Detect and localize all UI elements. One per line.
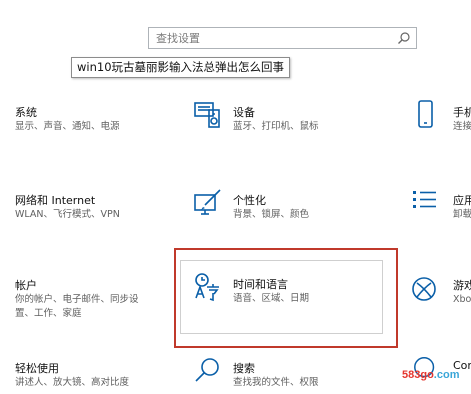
search-input[interactable] (156, 30, 386, 46)
tile-system[interactable]: 系统 显示、声音、通知、电源 (15, 100, 165, 140)
devices-icon (194, 102, 220, 128)
tile-gaming-desc: Xbo (453, 294, 471, 305)
tile-search-desc: 查找我的文件、权限 (233, 377, 319, 388)
personalization-icon (194, 189, 221, 215)
tile-apps[interactable]: 应用 卸载 (410, 188, 471, 228)
tile-apps-desc: 卸载 (453, 209, 471, 220)
tile-system-title: 系统 (15, 106, 37, 119)
tile-time-language[interactable]: 时间和语言 语音、区域、日期 (193, 272, 373, 317)
tile-network-title: 网络和 Internet (15, 194, 96, 207)
tile-devices[interactable]: 设备 蓝牙、打印机、鼠标 (193, 100, 343, 140)
watermark-main: 583go (402, 369, 434, 381)
tile-phone-desc: 连接 (453, 121, 471, 132)
tile-ease-of-access[interactable]: 轻松使用 讲述人、放大镜、高对比度 (15, 356, 165, 394)
tile-accounts[interactable]: 帐户 你的帐户、电子邮件、同步设置、工作、家庭 (15, 275, 165, 335)
tile-time-language-desc: 语音、区域、日期 (233, 293, 310, 304)
tile-devices-title: 设备 (233, 106, 255, 119)
tile-personalization-desc: 背景、锁屏、颜色 (233, 209, 310, 220)
tile-time-language-title: 时间和语言 (233, 278, 288, 291)
tile-accounts-title: 帐户 (15, 279, 37, 292)
tile-accounts-desc: 你的帐户、电子邮件、同步设置、工作、家庭 (15, 294, 139, 319)
tile-gaming-title: 游戏 (453, 279, 471, 292)
search-icon[interactable] (397, 31, 411, 45)
apps-icon (413, 191, 436, 208)
article-caption: win10玩古墓丽影输入法总弹出怎么回事 (71, 57, 291, 78)
watermark-sub: .com (433, 369, 460, 381)
tile-phone-title: 手机 (453, 106, 471, 119)
tile-personalization[interactable]: 个性化 背景、锁屏、颜色 (193, 188, 343, 228)
phone-icon (418, 100, 433, 128)
tile-gaming[interactable]: 游戏 Xbo (410, 275, 471, 315)
time-language-icon (195, 273, 219, 302)
tile-system-desc: 显示、声音、通知、电源 (15, 121, 120, 132)
tile-devices-desc: 蓝牙、打印机、鼠标 (233, 121, 319, 132)
tile-ease-title: 轻松使用 (15, 362, 59, 375)
site-watermark: 583go.com (402, 369, 459, 381)
tile-search-title: 搜索 (233, 362, 255, 375)
tile-ease-desc: 讲述人、放大镜、高对比度 (15, 377, 130, 388)
tile-search[interactable]: 搜索 查找我的文件、权限 (193, 356, 353, 394)
tile-network[interactable]: 网络和 Internet WLAN、飞行模式、VPN (15, 188, 165, 228)
xbox-icon (412, 277, 436, 301)
magnifier-icon (195, 358, 219, 382)
tile-apps-title: 应用 (453, 194, 471, 207)
tile-network-desc: WLAN、飞行模式、VPN (15, 209, 120, 220)
tile-personalization-title: 个性化 (233, 194, 266, 207)
tile-phone[interactable]: 手机 连接 (415, 100, 471, 140)
settings-search-box[interactable] (148, 27, 417, 49)
